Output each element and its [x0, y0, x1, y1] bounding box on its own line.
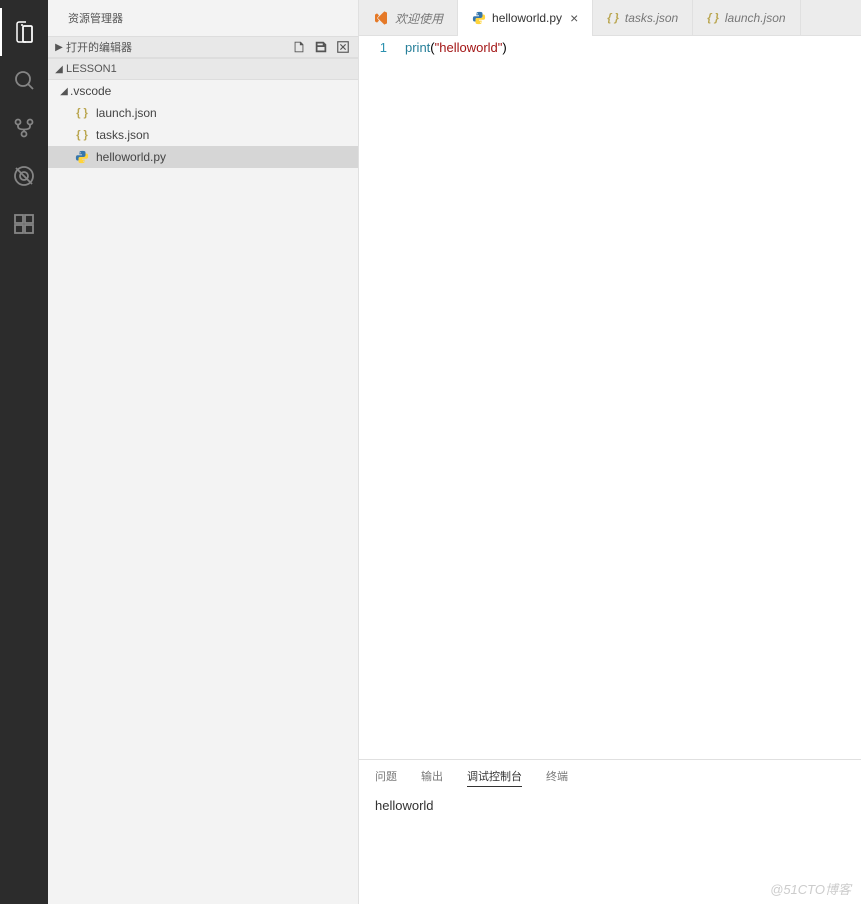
folder-name: .vscode [70, 84, 111, 98]
tree-folder-vscode[interactable]: ◢ .vscode [48, 80, 358, 102]
activity-source-control-icon[interactable] [0, 104, 48, 152]
tab-label: tasks.json [625, 11, 678, 25]
folder-label: LESSON1 [66, 63, 117, 75]
sidebar-title: 资源管理器 [48, 0, 358, 36]
watermark: @51CTO博客 [770, 879, 851, 898]
json-icon: { } [607, 12, 619, 24]
save-all-icon[interactable] [312, 38, 330, 56]
file-name: tasks.json [96, 128, 149, 142]
chevron-down-icon: ◢ [52, 64, 66, 75]
console-line: helloworld [375, 798, 845, 813]
panel-tab-terminal[interactable]: 终端 [546, 768, 568, 786]
tab-helloworld-py[interactable]: helloworld.py × [458, 0, 593, 36]
chevron-right-icon: ▶ [52, 42, 66, 53]
new-file-icon[interactable] [290, 38, 308, 56]
json-icon: { } [707, 12, 719, 24]
code-content[interactable]: print("helloworld") [405, 40, 861, 759]
tab-label: helloworld.py [492, 11, 562, 25]
explorer-sidebar: 资源管理器 ▶ 打开的编辑器 ◢ LESSON1 ◢ .vscode { } l… [48, 0, 359, 904]
panel-tab-debug-console[interactable]: 调试控制台 [467, 768, 522, 787]
json-icon: { } [74, 105, 90, 121]
tree-file-helloworld-py[interactable]: helloworld.py [48, 146, 358, 168]
tree-file-tasks-json[interactable]: { } tasks.json [48, 124, 358, 146]
close-all-icon[interactable] [334, 38, 352, 56]
python-icon [74, 149, 90, 165]
open-editors-label: 打开的编辑器 [66, 39, 132, 55]
editor-tabs: 欢迎使用 helloworld.py × { } tasks.json { } … [359, 0, 861, 36]
folder-section[interactable]: ◢ LESSON1 [48, 58, 358, 80]
tab-label: 欢迎使用 [395, 10, 443, 27]
python-icon [472, 11, 486, 25]
tab-launch-json[interactable]: { } launch.json [693, 0, 800, 36]
panel-tab-problems[interactable]: 问题 [375, 768, 397, 786]
file-name: launch.json [96, 106, 157, 120]
close-icon[interactable]: × [570, 10, 578, 26]
line-gutter: 1 [359, 40, 405, 759]
vscode-icon [373, 10, 389, 26]
code-editor[interactable]: 1 print("helloworld") [359, 36, 861, 759]
tree-file-launch-json[interactable]: { } launch.json [48, 102, 358, 124]
line-number: 1 [359, 40, 387, 55]
panel-tab-output[interactable]: 输出 [421, 768, 443, 786]
open-editors-section[interactable]: ▶ 打开的编辑器 [48, 36, 358, 58]
activity-bar [0, 0, 48, 904]
file-tree: ◢ .vscode { } launch.json { } tasks.json… [48, 80, 358, 168]
main-area: 欢迎使用 helloworld.py × { } tasks.json { } … [359, 0, 861, 904]
activity-debug-icon[interactable] [0, 152, 48, 200]
file-name: helloworld.py [96, 150, 166, 164]
tab-label: launch.json [725, 11, 786, 25]
code-line: print("helloworld") [405, 40, 861, 55]
activity-files-icon[interactable] [0, 8, 48, 56]
panel-tabs: 问题 输出 调试控制台 终端 [359, 760, 861, 794]
tab-welcome[interactable]: 欢迎使用 [359, 0, 458, 36]
tab-tasks-json[interactable]: { } tasks.json [593, 0, 693, 36]
chevron-down-icon: ◢ [58, 86, 70, 97]
activity-extensions-icon[interactable] [0, 200, 48, 248]
activity-search-icon[interactable] [0, 56, 48, 104]
json-icon: { } [74, 127, 90, 143]
